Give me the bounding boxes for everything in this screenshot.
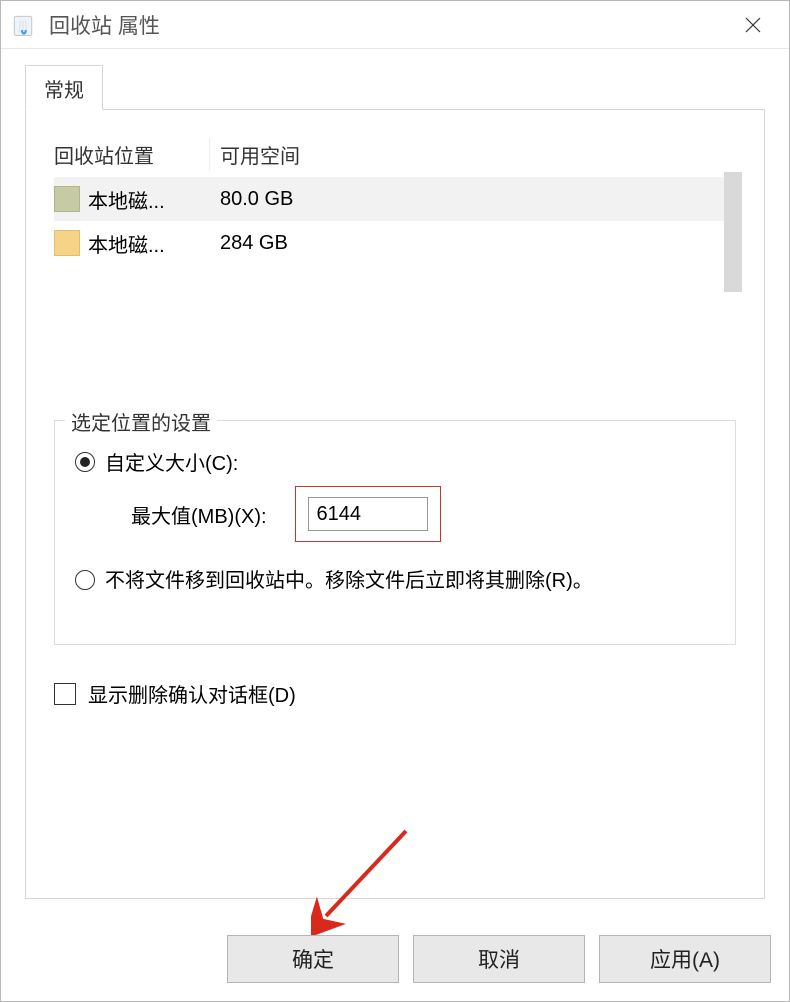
drive-list: 回收站位置 可用空间 本地磁... 80.0 GB 本地磁... 284 G	[54, 138, 736, 348]
drive-name: 本地磁...	[88, 229, 165, 258]
header-space[interactable]: 可用空间	[210, 138, 310, 171]
tab-strip: 常规	[25, 67, 765, 109]
scrollbar[interactable]	[724, 172, 742, 292]
radio-icon	[75, 452, 95, 472]
input-highlight-annotation	[295, 486, 441, 542]
drive-icon	[54, 230, 80, 256]
list-item[interactable]: 本地磁... 80.0 GB	[54, 177, 736, 221]
radio-label: 不将文件移到回收站中。移除文件后立即将其删除(R)。	[105, 566, 593, 596]
checkbox-label: 显示删除确认对话框(D)	[88, 679, 296, 708]
list-header: 回收站位置 可用空间	[54, 138, 736, 171]
max-size-input[interactable]	[308, 497, 428, 531]
dialog-window: 回收站 属性 常规 回收站位置 可用空间 本地磁...	[0, 0, 790, 1002]
cancel-button[interactable]: 取消	[413, 935, 585, 983]
apply-button[interactable]: 应用(A)	[599, 935, 771, 983]
max-size-label: 最大值(MB)(X):	[131, 500, 267, 529]
header-location[interactable]: 回收站位置	[54, 138, 210, 171]
checkbox-icon	[54, 683, 76, 705]
drive-icon	[54, 186, 80, 212]
drive-space: 284 GB	[210, 232, 288, 255]
titlebar: 回收站 属性	[1, 1, 789, 49]
radio-no-recycle[interactable]: 不将文件移到回收站中。移除文件后立即将其删除(R)。	[75, 566, 715, 596]
drive-space: 80.0 GB	[210, 188, 293, 211]
ok-button[interactable]: 确定	[227, 935, 399, 983]
radio-label: 自定义大小(C):	[105, 447, 238, 476]
drive-name: 本地磁...	[88, 185, 165, 214]
groupbox-legend: 选定位置的设置	[65, 407, 217, 436]
dialog-button-row: 确定 取消 应用(A)	[227, 935, 771, 983]
settings-groupbox: 选定位置的设置 自定义大小(C): 最大值(MB)(X): 不将文件移到回收站中…	[54, 420, 736, 645]
tab-general[interactable]: 常规	[25, 65, 103, 110]
close-icon	[745, 17, 761, 33]
dialog-content: 常规 回收站位置 可用空间 本地磁... 80.0 GB	[1, 49, 789, 899]
close-button[interactable]	[725, 1, 781, 49]
confirm-delete-checkbox[interactable]: 显示删除确认对话框(D)	[54, 679, 736, 708]
radio-icon	[75, 570, 95, 590]
list-item[interactable]: 本地磁... 284 GB	[54, 221, 736, 265]
recycle-bin-icon	[9, 11, 37, 39]
tab-panel-general: 回收站位置 可用空间 本地磁... 80.0 GB 本地磁... 284 G	[25, 109, 765, 899]
window-title: 回收站 属性	[49, 10, 725, 40]
radio-custom-size[interactable]: 自定义大小(C):	[75, 447, 715, 476]
max-size-row: 最大值(MB)(X):	[131, 486, 715, 542]
